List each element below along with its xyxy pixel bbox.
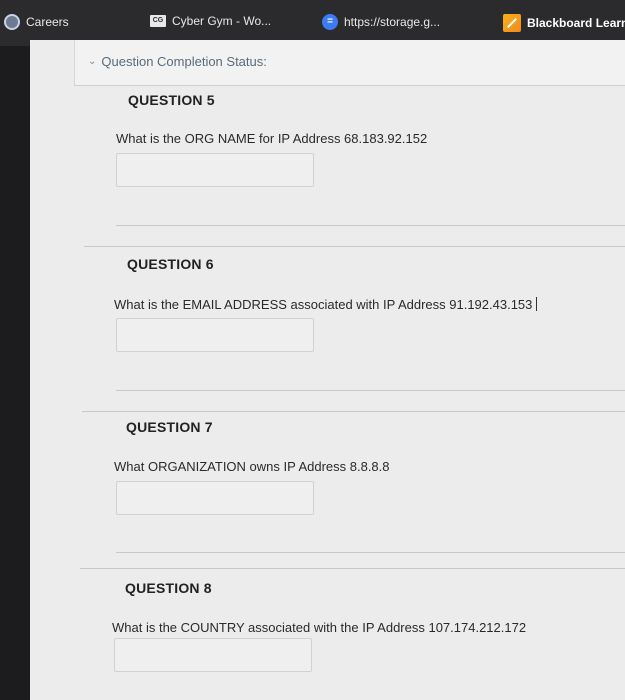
question-8-title: QUESTION 8 xyxy=(125,580,212,596)
question-6-title: QUESTION 6 xyxy=(127,256,214,272)
bookmark-label: https://storage.g... xyxy=(344,15,441,29)
bookmark-label: Blackboard Learn xyxy=(527,16,625,30)
bookmark-careers[interactable]: Careers xyxy=(4,14,69,30)
question-6-answer-input[interactable] xyxy=(116,318,314,352)
divider xyxy=(116,390,625,391)
divider xyxy=(116,225,625,226)
completion-status-label: Question Completion Status: xyxy=(101,54,267,69)
bookmark-label: Careers xyxy=(26,15,69,29)
question-7-title: QUESTION 7 xyxy=(126,419,213,435)
question-8-text: What is the COUNTRY associated with the … xyxy=(112,620,527,635)
chevron-down-icon: ⌄ xyxy=(88,56,97,67)
question-6-text: What is the EMAIL ADDRESS associated wit… xyxy=(114,297,538,312)
divider xyxy=(84,246,625,247)
divider xyxy=(80,568,625,569)
question-5-answer-input[interactable] xyxy=(116,153,314,187)
divider xyxy=(116,552,625,553)
question-6-text-content: What is the EMAIL ADDRESS associated wit… xyxy=(114,297,533,312)
divider xyxy=(82,411,625,412)
bookmark-label: Cyber Gym - Wo... xyxy=(172,14,272,28)
question-7-answer-input[interactable] xyxy=(116,481,314,515)
bookmark-cyber-gym[interactable]: CG Cyber Gym - Wo... xyxy=(150,14,271,28)
question-7-text: What ORGANIZATION owns IP Address 8.8.8.… xyxy=(114,459,390,474)
question-5-text: What is the ORG NAME for IP Address 68.1… xyxy=(116,131,428,146)
question-5-title: QUESTION 5 xyxy=(128,92,215,108)
storage-icon: = xyxy=(322,14,338,30)
bookmark-storage[interactable]: = https://storage.g... xyxy=(322,14,440,30)
cyber-gym-icon: CG xyxy=(150,15,166,27)
test-content: ⌄ Question Completion Status: QUESTION 5… xyxy=(30,40,625,700)
left-sidebar-strip xyxy=(0,46,30,700)
blackboard-icon xyxy=(503,14,521,32)
completion-status-toggle[interactable]: ⌄ Question Completion Status: xyxy=(88,54,267,69)
text-cursor xyxy=(536,297,538,311)
bookmark-blackboard[interactable]: Blackboard Learn xyxy=(503,14,625,32)
question-8-answer-input[interactable] xyxy=(114,638,312,672)
careers-icon xyxy=(4,14,20,30)
